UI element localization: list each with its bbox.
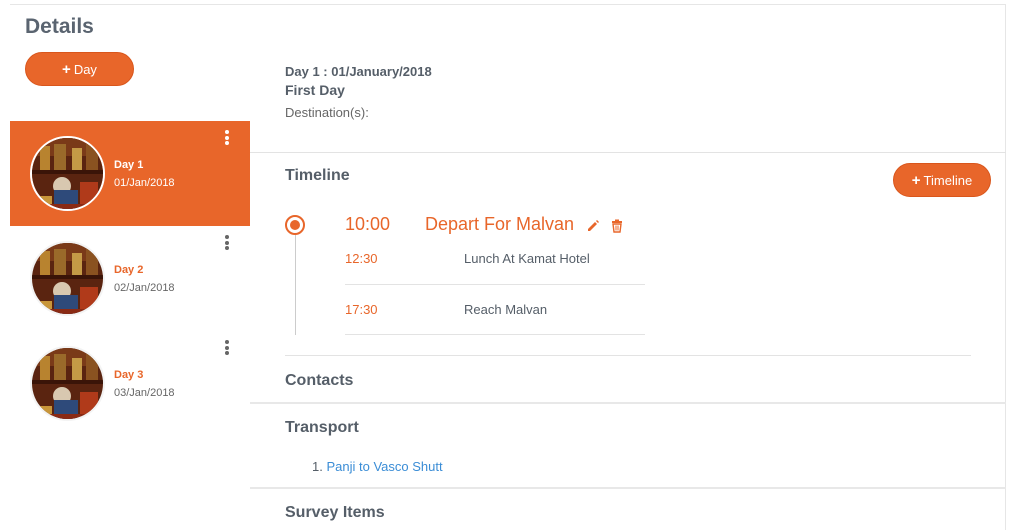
transport-item: 1. Panji to Vasco Shutt: [312, 459, 443, 474]
day-date: 02/Jan/2018: [114, 282, 175, 294]
timeline-node-icon: [285, 215, 305, 235]
day-avatar: [30, 241, 105, 316]
transport-item-number: 1.: [312, 459, 323, 474]
timeline-event-title[interactable]: Lunch At Kamat Hotel: [464, 251, 590, 266]
day-date: 03/Jan/2018: [114, 387, 175, 399]
plus-icon: +: [911, 171, 921, 189]
timeline-event-title[interactable]: Reach Malvan: [464, 302, 547, 317]
day-date: 01/Jan/2018: [114, 177, 175, 189]
section-divider: [250, 402, 1006, 404]
day-menu-icon[interactable]: [224, 340, 230, 355]
timeline-line: [295, 225, 296, 335]
day-avatar: [30, 346, 105, 421]
transport-item-link[interactable]: Panji to Vasco Shutt: [326, 459, 442, 474]
contacts-title[interactable]: Contacts: [285, 372, 353, 390]
day-menu-icon[interactable]: [224, 235, 230, 250]
day-name: Day 1: [114, 159, 144, 171]
day-name: Day 2: [114, 264, 144, 276]
day-item-3[interactable]: Day 3 03/Jan/2018: [10, 331, 250, 436]
day-avatar: [30, 136, 105, 211]
add-day-button[interactable]: + Day: [25, 52, 134, 86]
section-divider: [250, 487, 1006, 489]
event-divider: [345, 334, 645, 335]
add-day-label: Day: [73, 61, 97, 77]
timeline-title: Timeline: [285, 167, 350, 184]
add-timeline-button[interactable]: + Timeline: [893, 163, 991, 197]
plus-icon: +: [62, 60, 71, 78]
details-title: Details: [25, 15, 94, 38]
day-item-1[interactable]: Day 1 01/Jan/2018: [10, 121, 250, 226]
survey-items-title[interactable]: Survey Items: [285, 504, 385, 522]
section-divider: [285, 355, 971, 356]
delete-icon[interactable]: [610, 219, 624, 233]
day-heading: Day 1 : 01/January/2018: [285, 64, 432, 79]
add-timeline-label: Timeline: [923, 172, 973, 188]
day-detail-panel: Day 1 : 01/January/2018 First Day Destin…: [250, 0, 1006, 530]
event-divider: [345, 284, 645, 285]
timeline-main-title[interactable]: Depart For Malvan: [425, 214, 574, 235]
day-item-2[interactable]: Day 2 02/Jan/2018: [10, 226, 250, 331]
timeline-main-time: 10:00: [345, 214, 391, 234]
timeline-event-time: 12:30: [345, 251, 378, 266]
day-menu-icon[interactable]: [224, 130, 230, 145]
days-sidebar: Details + Day Day 1 01/Jan/2018 Day 2 02…: [10, 0, 250, 530]
day-name: Day 3: [114, 369, 144, 381]
edit-icon[interactable]: [586, 219, 600, 233]
timeline-event-time: 17:30: [345, 302, 378, 317]
section-divider: [250, 152, 1006, 153]
transport-title[interactable]: Transport: [285, 419, 359, 437]
destination-label: Destination(s):: [285, 105, 369, 120]
day-subtitle: First Day: [285, 82, 345, 98]
